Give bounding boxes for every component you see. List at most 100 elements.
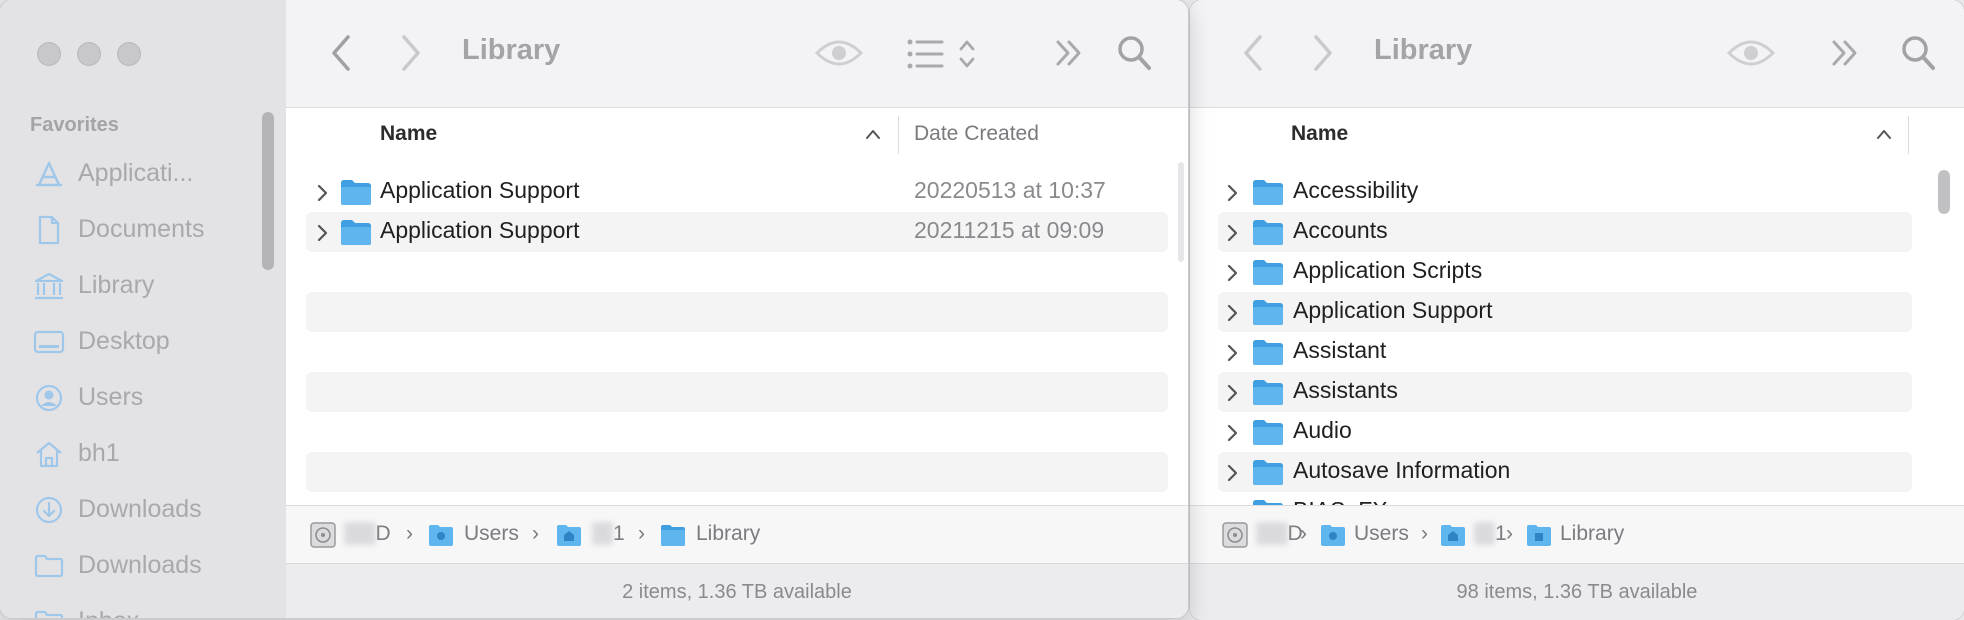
folder-icon: [1252, 218, 1284, 246]
sidebar-item-downloads-folder[interactable]: Downloads: [0, 544, 262, 588]
sidebar-item-library[interactable]: Library: [0, 264, 262, 308]
folder-icon: [1252, 178, 1284, 206]
disclosure-chevron-icon[interactable]: [1226, 424, 1238, 442]
list-item[interactable]: Audio: [1190, 412, 1950, 452]
list-item[interactable]: BIAS_FX: [1190, 492, 1950, 505]
sidebar-item-documents[interactable]: Documents: [0, 208, 262, 252]
forward-icon[interactable]: [1312, 34, 1334, 72]
sidebar-item-home[interactable]: bh1: [0, 432, 262, 476]
list-item[interactable]: Application Support 20211215 at 09:09: [286, 212, 1186, 252]
back-icon[interactable]: [1242, 34, 1264, 72]
file-list: Accessibility Accounts Application Scrip…: [1190, 162, 1964, 505]
sidebar-item-label: Applicati...: [78, 159, 194, 187]
disclosure-chevron-icon[interactable]: [1226, 264, 1238, 282]
sidebar-item-users[interactable]: Users: [0, 376, 262, 420]
list-item[interactable]: Application Scripts: [1190, 252, 1950, 292]
vertical-scrollbar[interactable]: [1178, 162, 1184, 262]
list-item[interactable]: Autosave Information: [1190, 452, 1950, 492]
folder-icon: [340, 218, 372, 246]
disclosure-chevron-icon[interactable]: [1226, 464, 1238, 482]
file-name: Application Scripts: [1293, 257, 1483, 283]
list-item[interactable]: Assistants: [1190, 372, 1950, 412]
file-list: Application Support 20220513 at 10:37 Ap…: [286, 162, 1188, 505]
disclosure-chevron-icon[interactable]: [1226, 384, 1238, 402]
column-header-date-created[interactable]: Date Created: [914, 122, 1039, 146]
home-folder-icon: [556, 523, 582, 547]
disclosure-chevron-icon[interactable]: [1226, 224, 1238, 242]
disclosure-chevron-icon[interactable]: [316, 224, 328, 242]
downloads-icon: [35, 496, 63, 524]
library-folder-icon: [1526, 523, 1552, 547]
file-name: Audio: [1293, 417, 1352, 443]
list-view-icon[interactable]: [906, 38, 946, 70]
sort-up-icon[interactable]: [865, 128, 881, 140]
users-folder-icon: [1320, 523, 1346, 547]
document-icon: [36, 215, 62, 245]
sidebar-item-inbox[interactable]: Inbox: [0, 600, 262, 618]
folder-icon: [1252, 458, 1284, 486]
minimize-button[interactable]: [77, 42, 101, 66]
disclosure-chevron-icon[interactable]: [1226, 184, 1238, 202]
sort-arrows-icon[interactable]: [958, 38, 976, 70]
folder-icon: [660, 523, 686, 547]
eye-icon[interactable]: [1726, 36, 1776, 70]
search-icon[interactable]: [1900, 34, 1936, 72]
sidebar-item-applications[interactable]: Applicati...: [0, 152, 262, 196]
folder-icon: [1252, 418, 1284, 446]
path-item[interactable]: Users: [464, 522, 519, 546]
disclosure-chevron-icon[interactable]: [1226, 344, 1238, 362]
sidebar-item-desktop[interactable]: Desktop: [0, 320, 262, 364]
window-title: Library: [1374, 34, 1473, 66]
forward-icon[interactable]: [400, 34, 422, 72]
back-icon[interactable]: [330, 34, 352, 72]
search-icon[interactable]: [1116, 34, 1152, 72]
disclosure-chevron-icon[interactable]: [316, 184, 328, 202]
path-item[interactable]: Library: [1560, 522, 1624, 546]
disk-icon: [310, 521, 336, 549]
sidebar-item-label: bh1: [78, 439, 120, 467]
path-bar: xxxD › Users › xx1 › Library: [1190, 505, 1964, 564]
column-header-name[interactable]: Name: [1291, 122, 1348, 146]
sidebar-item-label: Downloads: [78, 495, 202, 523]
eye-icon[interactable]: [814, 36, 864, 70]
status-bar: 98 items, 1.36 TB available: [1190, 563, 1964, 620]
vertical-scrollbar[interactable]: [1938, 170, 1950, 214]
column-header-name[interactable]: Name: [380, 122, 437, 146]
list-item[interactable]: Accessibility: [1190, 172, 1950, 212]
folder-icon: [340, 178, 372, 206]
path-item[interactable]: xxxD: [1256, 522, 1303, 546]
path-item[interactable]: xxxD: [344, 522, 391, 546]
path-item[interactable]: Users: [1354, 522, 1409, 546]
sidebar-scrollbar[interactable]: [262, 112, 274, 270]
path-bar: xxxD › Users › xx1 › Library: [286, 505, 1188, 564]
users-folder-icon: [428, 523, 454, 547]
home-icon: [34, 440, 64, 468]
list-item[interactable]: Accounts: [1190, 212, 1950, 252]
list-item[interactable]: Application Support: [1190, 292, 1950, 332]
path-separator: ›: [406, 522, 413, 545]
file-name: Application Support: [380, 217, 580, 243]
sidebar-item-label: Inbox: [78, 607, 139, 618]
list-item[interactable]: Assistant: [1190, 332, 1950, 372]
path-item[interactable]: xx1: [592, 522, 625, 546]
sidebar-item-downloads[interactable]: Downloads: [0, 488, 262, 532]
user-icon: [35, 384, 63, 412]
finder-window-right: Library Name Accessibility Accounts Appl…: [1190, 0, 1964, 620]
path-item[interactable]: Library: [696, 522, 760, 546]
finder-window-left: Favorites Applicati... Documents Library…: [0, 0, 1188, 618]
folder-icon: [1252, 338, 1284, 366]
sort-up-icon[interactable]: [1876, 128, 1892, 140]
list-header: Name Date Created: [286, 108, 1188, 163]
zoom-button[interactable]: [117, 42, 141, 66]
more-chevron-icon[interactable]: [1830, 36, 1860, 70]
more-chevron-icon[interactable]: [1054, 36, 1084, 70]
sidebar-item-label: Desktop: [78, 327, 170, 355]
path-separator: ›: [532, 522, 539, 545]
path-item[interactable]: xx1: [1474, 522, 1507, 546]
status-text: 2 items, 1.36 TB available: [622, 581, 852, 603]
list-item[interactable]: Application Support 20220513 at 10:37: [286, 172, 1186, 212]
close-button[interactable]: [37, 42, 61, 66]
disclosure-chevron-icon[interactable]: [1226, 304, 1238, 322]
file-name: Application Support: [1293, 297, 1493, 323]
folder-icon: [34, 610, 64, 618]
